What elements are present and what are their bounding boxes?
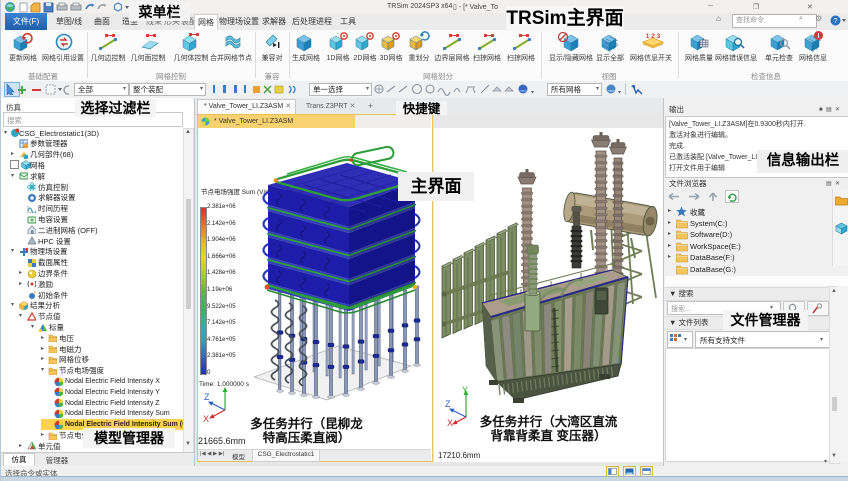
svg-text:i: i xyxy=(818,32,820,40)
svg-text:?: ? xyxy=(833,16,837,25)
svg-text:Z: Z xyxy=(204,392,210,402)
svg-text:X: X xyxy=(203,414,209,422)
